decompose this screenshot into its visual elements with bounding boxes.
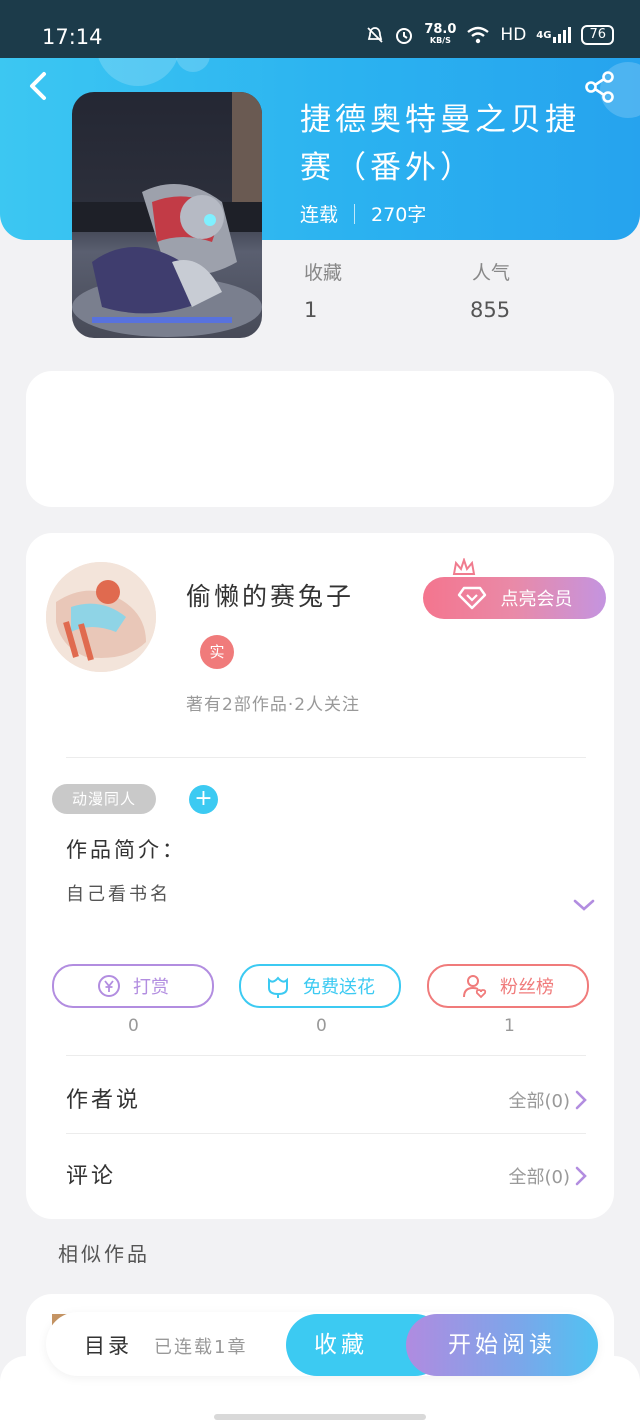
vip-label: 点亮会员 <box>500 589 573 610</box>
book-status: 连载 <box>300 204 339 226</box>
alarm-clock-icon <box>394 25 414 45</box>
divider <box>66 1055 586 1056</box>
author-name[interactable]: 偷懒的赛兔子 <box>186 577 354 613</box>
toc-status: 已连载1章 <box>154 1337 248 1358</box>
book-meta: 连载 270字 <box>300 200 426 227</box>
fan-user-icon <box>463 975 487 999</box>
status-icons: 78.0 KB/S HD 4G 76 <box>366 23 614 46</box>
favorites-label: 收藏 <box>304 262 343 284</box>
chevron-right-icon[interactable] <box>574 1089 588 1111</box>
meta-separator <box>354 203 356 224</box>
fan-ranking-button[interactable]: 粉丝榜 <box>427 964 589 1008</box>
book-title: 捷德奥特曼之贝捷赛（番外） <box>300 102 580 186</box>
tip-button[interactable]: 打赏 <box>52 964 214 1008</box>
comments-title[interactable]: 评论 <box>66 1158 116 1190</box>
divider <box>66 757 586 758</box>
home-indicator[interactable] <box>214 1414 426 1420</box>
wifi-icon <box>466 26 490 44</box>
divider <box>66 1133 586 1134</box>
comments-all-link[interactable]: 全部(0) <box>509 1163 571 1189</box>
similar-works-title: 相似作品 <box>58 1242 150 1266</box>
signal-label: 4G <box>536 29 552 41</box>
blank-card <box>26 371 614 507</box>
chevron-right-icon[interactable] <box>574 1165 588 1187</box>
flower-icon <box>268 976 288 998</box>
avatar-illustration <box>46 562 156 672</box>
fan-count: 1 <box>504 1016 515 1036</box>
battery-indicator: 76 <box>581 25 614 45</box>
table-of-contents-button[interactable]: 目录 <box>84 1330 132 1360</box>
popularity-value: 855 <box>470 298 511 322</box>
signal-icon: 4G <box>536 27 572 43</box>
author-says-all-link[interactable]: 全部(0) <box>509 1087 571 1113</box>
tip-count: 0 <box>128 1016 139 1036</box>
author-says-title[interactable]: 作者说 <box>66 1082 141 1114</box>
cover-illustration <box>72 92 262 337</box>
mute-bell-icon <box>366 26 384 44</box>
send-flower-button[interactable]: 免费送花 <box>239 964 401 1008</box>
back-arrow-icon <box>30 72 46 100</box>
vip-button[interactable]: 点亮会员 <box>423 577 606 619</box>
back-button[interactable] <box>24 68 56 104</box>
favorites-value: 1 <box>304 298 318 322</box>
flower-count: 0 <box>316 1016 327 1036</box>
chevron-down-icon[interactable] <box>572 896 596 914</box>
send-flower-label: 免费送花 <box>303 977 375 998</box>
start-reading-button[interactable]: 开始阅读 <box>406 1314 598 1376</box>
verified-badge: 实 <box>200 635 234 669</box>
network-speed: 78.0 KB/S <box>424 23 456 46</box>
network-label: HD <box>500 25 527 45</box>
popularity-label: 人气 <box>472 262 511 284</box>
status-bar: 17:14 78.0 KB/S HD 4G 76 <box>0 0 640 58</box>
yen-coin-icon <box>98 975 120 997</box>
fan-ranking-label: 粉丝榜 <box>500 977 554 998</box>
status-time: 17:14 <box>42 25 103 49</box>
genre-tag[interactable]: 动漫同人 <box>52 784 156 814</box>
tip-label: 打赏 <box>133 977 169 998</box>
author-stats: 著有2部作品·2人关注 <box>186 695 361 715</box>
intro-text: 自己看书名 <box>66 884 171 905</box>
book-word-count: 270字 <box>371 204 427 226</box>
add-tag-button[interactable]: + <box>189 785 218 814</box>
intro-label: 作品简介： <box>66 838 186 862</box>
author-avatar[interactable] <box>46 562 156 672</box>
diamond-icon <box>457 586 486 610</box>
crown-icon <box>452 558 476 575</box>
book-cover[interactable] <box>72 92 262 338</box>
